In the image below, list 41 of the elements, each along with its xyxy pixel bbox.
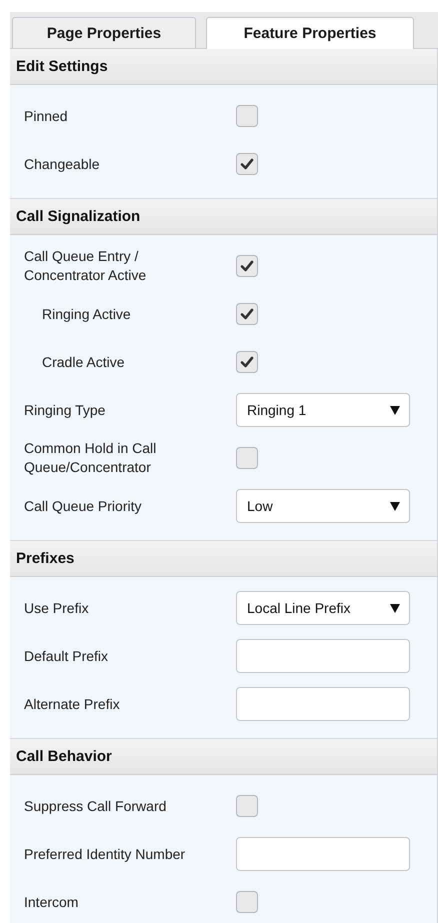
section-header: Call Signalization: [10, 199, 437, 235]
field-label: Cradle Active: [41, 352, 126, 372]
field-label: Default Prefix: [24, 646, 110, 666]
input-field[interactable]: [236, 687, 410, 721]
caret-icon: [390, 501, 400, 511]
caret-icon: [390, 405, 400, 415]
tab[interactable]: Feature Properties: [206, 17, 414, 49]
checkbox[interactable]: [236, 153, 258, 175]
checkbox[interactable]: [236, 795, 258, 817]
field-label: Common Hold in Call Queue/Concentrator: [24, 439, 158, 477]
field-label: Suppress Call Forward: [24, 796, 168, 816]
section-header: Prefixes: [10, 541, 437, 577]
checkmark-icon: [240, 355, 254, 369]
checkmark-icon: [240, 157, 254, 171]
field-label: Ringing Type: [24, 400, 106, 420]
checkbox[interactable]: [236, 303, 258, 325]
input-field[interactable]: [236, 837, 410, 871]
field-label: Preferred Identity Number: [24, 844, 186, 864]
checkbox[interactable]: [236, 891, 258, 913]
field-label: Changeable: [24, 154, 101, 174]
checkbox[interactable]: [236, 105, 258, 127]
input-field[interactable]: [236, 639, 410, 673]
field-label: Call Queue Entry / Concentrator Active: [24, 247, 148, 285]
field-label: Call Queue Priority: [24, 496, 142, 516]
field-label: Pinned: [24, 106, 69, 126]
field-label: Alternate Prefix: [24, 694, 121, 714]
checkmark-icon: [240, 259, 254, 273]
checkbox[interactable]: [236, 351, 258, 373]
field-label: Ringing Active: [41, 304, 132, 324]
tab[interactable]: Page Properties: [12, 17, 196, 48]
dropdown[interactable]: Local Line Prefix: [236, 591, 410, 625]
checkbox[interactable]: [236, 447, 258, 469]
dropdown[interactable]: Low: [236, 489, 410, 523]
section-header: Call Behavior: [10, 739, 437, 775]
field-label: Intercom: [24, 892, 80, 912]
checkmark-icon: [240, 307, 254, 321]
caret-icon: [390, 603, 400, 613]
dropdown[interactable]: Ringing 1: [236, 393, 410, 427]
field-label: Use Prefix: [24, 598, 90, 618]
section-header: Edit Settings: [10, 49, 437, 85]
checkbox[interactable]: [236, 255, 258, 277]
